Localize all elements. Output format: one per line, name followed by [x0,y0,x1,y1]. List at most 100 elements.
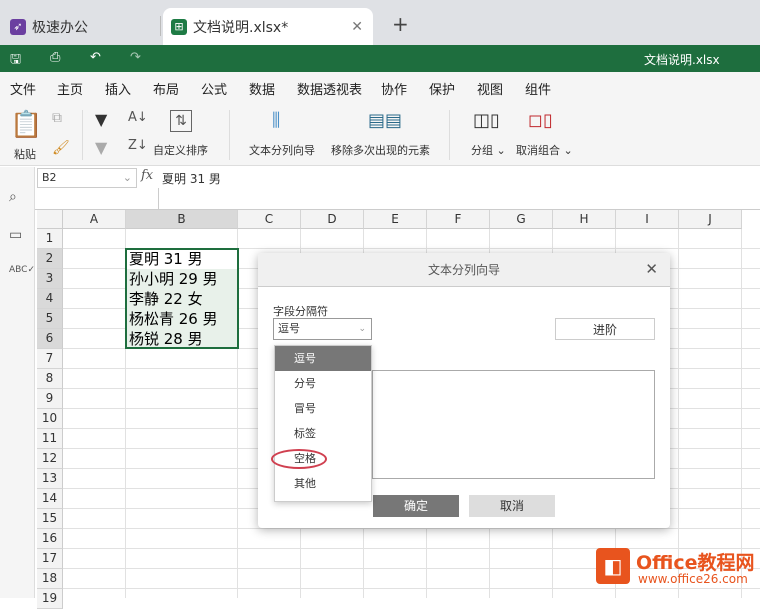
option-label: 标签 [294,427,316,440]
option-semicolon[interactable]: 分号 [275,371,371,396]
copy-icon[interactable]: ⧉ [52,110,62,126]
watermark-title: Office教程网 [636,552,755,574]
tab-label: 极速办公 [32,19,88,36]
row-header[interactable]: 4 [37,289,63,309]
menu-home[interactable]: 主页 [57,79,83,98]
menu-file[interactable]: 文件 [10,79,36,98]
comment-icon[interactable]: ▭ [9,227,22,243]
option-comma[interactable]: 逗号 [275,346,371,371]
column-header[interactable]: B [126,210,238,229]
menu-collaborate[interactable]: 协作 [381,79,407,98]
left-sidebar: ⌕ ▭ ABC✓ [0,167,35,598]
row-header[interactable]: 8 [37,369,63,389]
clear-filter-icon[interactable]: ▼ [95,138,107,157]
advanced-button[interactable]: 进阶 [555,318,655,340]
spreadsheet-icon: ⊞ [171,18,187,35]
format-painter-icon[interactable]: 🖌 [52,140,70,156]
delimiter-dropdown: 逗号 分号 冒号 标签 空格 其他 [271,345,372,502]
name-box[interactable]: B2 ⌄ [37,168,137,188]
dialog-title: 文本分列向导 [258,253,670,287]
menu-protect[interactable]: 保护 [429,79,455,98]
new-tab-icon[interactable]: + [392,12,409,36]
row-header[interactable]: 19 [37,589,63,609]
menu-formula[interactable]: 公式 [201,79,227,98]
column-header[interactable]: H [553,210,616,229]
search-icon[interactable]: ⌕ [9,189,17,205]
cell-reference: B2 [42,171,57,184]
column-header[interactable]: D [301,210,364,229]
divider [449,110,450,160]
tab-bar: ➶ 极速办公 ⊞ 文档说明.xlsx* ✕ + [0,0,760,45]
row-header[interactable]: 3 [37,269,63,289]
ok-button[interactable]: 确定 [373,495,459,517]
option-colon[interactable]: 冒号 [275,396,371,421]
custom-sort-button[interactable]: 自定义排序 [153,142,208,158]
column-header[interactable]: A [63,210,126,229]
menu-layout[interactable]: 布局 [153,79,179,98]
formula-input[interactable]: 夏明 31 男 [162,170,221,187]
tab-home[interactable]: ➶ 极速办公 [10,8,88,45]
column-header[interactable]: G [490,210,553,229]
row-header[interactable]: 17 [37,549,63,569]
option-space[interactable]: 空格 [271,446,371,471]
row-header[interactable]: 9 [37,389,63,409]
gridline [678,229,679,598]
sort-ascending-icon[interactable]: A↓ [128,110,148,125]
column-header[interactable]: F [427,210,490,229]
paste-button[interactable]: 粘贴 [14,146,36,162]
row-header[interactable]: 16 [37,529,63,549]
redo-icon[interactable]: ↷ [130,50,141,65]
row-header[interactable]: 18 [37,569,63,589]
group-icon[interactable]: ◫▯ [473,110,500,131]
sort-descending-icon[interactable]: Z↓ [128,138,148,153]
menu-components[interactable]: 组件 [525,79,551,98]
office-logo-icon: ◧ [596,548,630,584]
option-label: 逗号 [294,352,316,365]
filter-icon[interactable]: ▼ [95,110,107,129]
row-header[interactable]: 2 [37,249,63,269]
row-header[interactable]: 14 [37,489,63,509]
row-header[interactable]: 5 [37,309,63,329]
ribbon: 📋 粘贴 ⧉ 🖌 ▼ ▼ A↓ Z↓ ⇅ 自定义排序 ⫼ 文本分列向导 ▤▤ 移… [0,102,760,166]
menu-view[interactable]: 视图 [477,79,503,98]
selection-border [125,248,239,349]
spellcheck-icon[interactable]: ABC✓ [9,265,35,275]
delimiter-select[interactable]: 逗号 ⌄ [273,318,372,340]
row-header[interactable]: 15 [37,509,63,529]
menu-pivot[interactable]: 数据透视表 [297,79,362,98]
row-header[interactable]: 1 [37,229,63,249]
delimiter-label: 字段分隔符 [273,305,328,318]
group-label: 分组 [471,144,493,157]
group-button[interactable]: 分组 ⌄ [471,142,506,158]
row-header[interactable]: 10 [37,409,63,429]
cancel-button[interactable]: 取消 [469,495,555,517]
row-header[interactable]: 12 [37,449,63,469]
option-other[interactable]: 其他 [275,471,371,496]
column-header[interactable]: I [616,210,679,229]
option-tab[interactable]: 标签 [275,421,371,446]
remove-duplicates-button[interactable]: 移除多次出现的元素 [331,142,430,158]
tab-document[interactable]: ⊞ 文档说明.xlsx* ✕ [163,8,373,45]
ungroup-icon[interactable]: ◻▯ [528,110,553,131]
select-all-corner[interactable] [37,210,63,229]
option-label: 冒号 [294,402,316,415]
row-header[interactable]: 6 [37,329,63,349]
undo-icon[interactable]: ↶ [90,50,101,65]
menu-insert[interactable]: 插入 [105,79,131,98]
close-icon[interactable]: ✕ [645,260,658,278]
row-header[interactable]: 13 [37,469,63,489]
close-icon[interactable]: ✕ [351,19,363,35]
print-icon[interactable]: ⎙ [50,50,60,65]
column-header[interactable]: E [364,210,427,229]
column-header[interactable]: J [679,210,742,229]
column-header[interactable]: C [238,210,301,229]
paste-icon[interactable]: 📋 [10,110,42,140]
row-header[interactable]: 11 [37,429,63,449]
save-icon[interactable]: 🖫 [10,50,21,72]
ungroup-button[interactable]: 取消组合 ⌄ [516,142,573,158]
row-header[interactable]: 7 [37,349,63,369]
text-to-columns-icon[interactable]: ⫼ [272,110,280,131]
remove-duplicates-icon[interactable]: ▤▤ [368,110,402,131]
custom-sort-icon[interactable]: ⇅ [170,110,192,132]
text-to-columns-button[interactable]: 文本分列向导 [249,142,315,158]
